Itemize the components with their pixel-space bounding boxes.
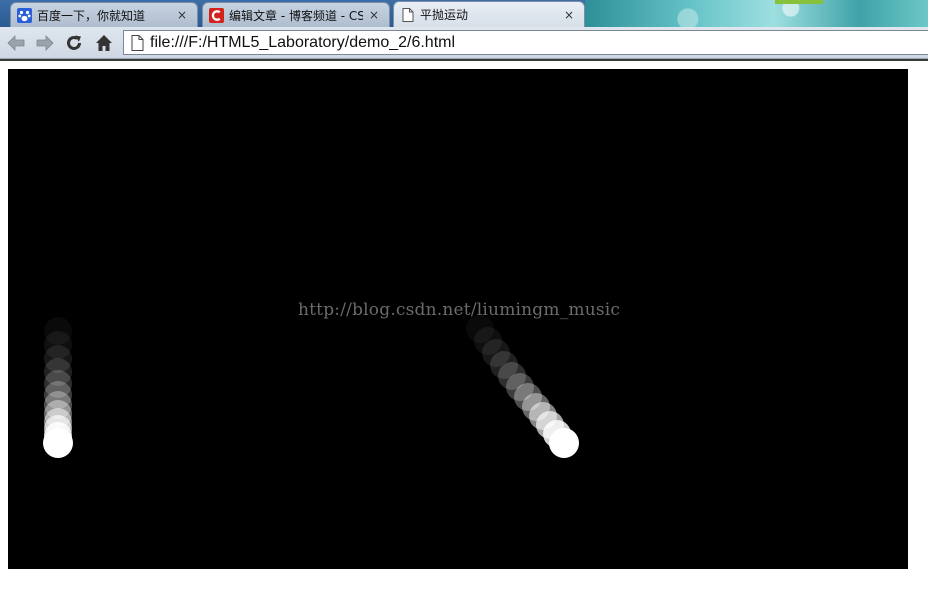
tab-baidu[interactable]: 百度一下，你就知道 × [10,2,198,27]
watermark-text: http://blog.csdn.net/liumingm_music [298,300,621,320]
tab-title: 百度一下，你就知道 [37,8,146,23]
reload-button[interactable] [62,32,86,54]
animation-canvas[interactable]: http://blog.csdn.net/liumingm_music [8,69,908,569]
back-arrow-icon [7,35,25,51]
theme-accent-bar [775,0,823,4]
baidu-paw-icon [17,7,32,23]
forward-button[interactable] [33,32,57,54]
tab-active-page[interactable]: 平抛运动 × [393,1,585,27]
tab-title: 平抛运动 [420,8,469,22]
address-url[interactable]: file:///F:/HTML5_Laboratory/demo_2/6.htm… [150,34,455,52]
forward-arrow-icon [36,35,54,51]
home-icon [96,35,112,51]
back-button[interactable] [4,32,28,54]
browser-theme-decoration [585,0,928,27]
tab-close-button[interactable]: × [175,8,189,22]
tab-title: 编辑文章 - 博客频道 - CS [229,8,363,23]
page-icon [400,7,415,22]
tab-strip: 百度一下，你就知道 × 编辑文章 - 博客频道 - CS × 平抛运动 × [0,0,928,27]
tab-csdn-editor[interactable]: 编辑文章 - 博客频道 - CS × [202,2,390,27]
reload-icon [67,35,81,50]
projectile-ball [466,315,579,458]
vertical-fall-ball [43,317,73,458]
page-icon [126,32,148,54]
page-viewport: http://blog.csdn.net/liumingm_music [0,61,928,601]
browser-toolbar: file:///F:/HTML5_Laboratory/demo_2/6.htm… [0,27,928,59]
tab-close-button[interactable]: × [367,8,381,22]
address-bar[interactable]: file:///F:/HTML5_Laboratory/demo_2/6.htm… [123,30,928,55]
csdn-c-icon [209,7,224,23]
tab-close-button[interactable]: × [562,8,576,22]
home-button[interactable] [92,32,116,54]
